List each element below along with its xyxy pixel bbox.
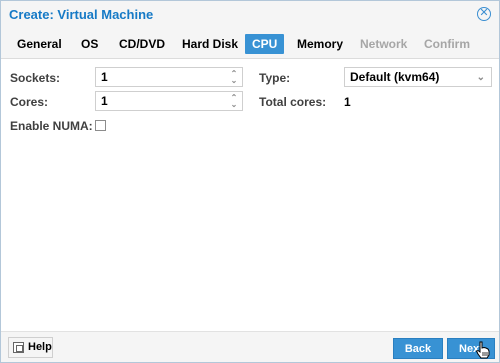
back-button[interactable]: Back	[393, 338, 443, 359]
hand-cursor-icon	[475, 341, 490, 359]
sockets-value: 1	[101, 70, 108, 84]
cpu-type-select[interactable]: Default (kvm64) ⌄	[344, 67, 492, 87]
dialog-footer: Help Back Next	[1, 331, 499, 362]
cpu-type-value: Default (kvm64)	[350, 70, 440, 84]
total-cores-value: 1	[344, 95, 351, 109]
help-icon	[13, 342, 24, 353]
tab-cd-dvd[interactable]: CD/DVD	[119, 34, 165, 54]
help-button[interactable]: Help	[8, 337, 53, 358]
enable-numa-label: Enable NUMA:	[10, 119, 93, 133]
tab-confirm: Confirm	[424, 37, 470, 51]
cpu-panel: Sockets: 1 ⌃ ⌄ Cores: 1 ⌃ ⌄ Enable NUMA:…	[1, 59, 499, 331]
spin-down-icon[interactable]: ⌄	[229, 77, 239, 85]
tab-network: Network	[360, 37, 408, 51]
dialog-titlebar: Create: Virtual Machine ✕	[1, 1, 499, 29]
chevron-down-icon[interactable]: ⌄	[477, 69, 485, 87]
tab-os[interactable]: OS	[81, 34, 98, 54]
cores-value: 1	[101, 94, 108, 108]
wizard-tabs: General OS CD/DVD Hard Disk CPU Memory N…	[1, 29, 499, 59]
create-vm-dialog: Create: Virtual Machine ✕ General OS CD/…	[0, 0, 500, 363]
sockets-spinner[interactable]: ⌃ ⌄	[229, 70, 239, 85]
spin-down-icon[interactable]: ⌄	[229, 101, 239, 109]
cores-spinner[interactable]: ⌃ ⌄	[229, 94, 239, 109]
tab-general[interactable]: General	[17, 34, 62, 54]
close-icon[interactable]: ✕	[477, 7, 491, 21]
tab-hard-disk[interactable]: Hard Disk	[182, 34, 238, 54]
tab-cpu[interactable]: CPU	[245, 34, 285, 54]
cores-label: Cores:	[10, 95, 49, 109]
sockets-input[interactable]: 1 ⌃ ⌄	[95, 67, 243, 87]
sockets-label: Sockets:	[10, 71, 61, 85]
total-cores-label: Total cores:	[259, 95, 327, 109]
help-label: Help	[28, 341, 52, 353]
dialog-title: Create: Virtual Machine	[9, 7, 154, 22]
enable-numa-checkbox[interactable]	[95, 120, 106, 131]
cores-input[interactable]: 1 ⌃ ⌄	[95, 91, 243, 111]
next-button[interactable]: Next	[447, 338, 495, 359]
tab-memory[interactable]: Memory	[297, 34, 343, 54]
type-label: Type:	[259, 71, 291, 85]
